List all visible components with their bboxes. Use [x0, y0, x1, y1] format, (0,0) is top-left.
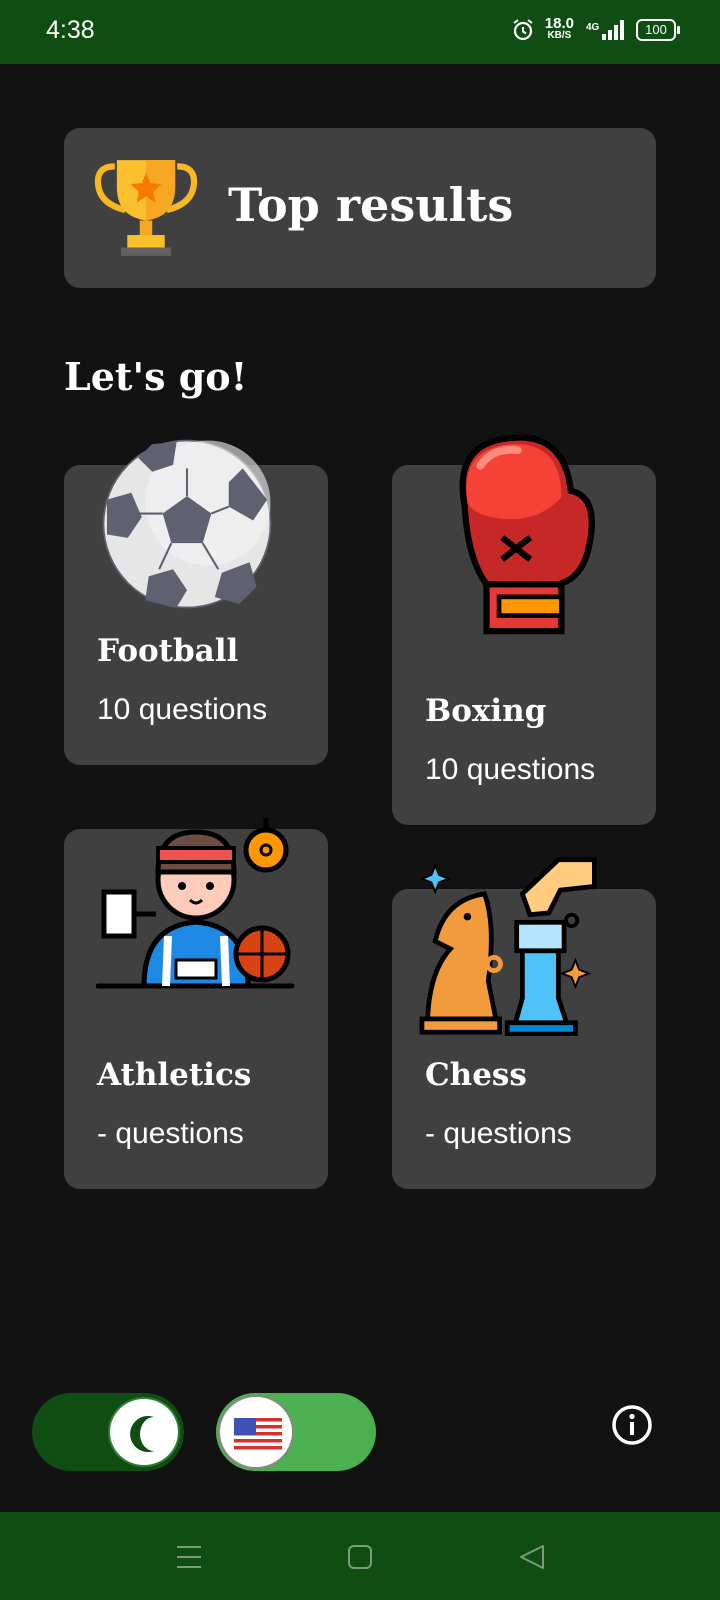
section-heading: Let's go!	[64, 354, 248, 399]
network-label: 4G	[586, 22, 600, 33]
category-title: Athletics	[97, 1057, 252, 1093]
category-subtitle: 10 questions	[425, 753, 596, 786]
language-toggle[interactable]	[216, 1393, 376, 1471]
category-title: Chess	[425, 1057, 527, 1093]
category-subtitle: 10 questions	[97, 693, 268, 726]
home-square-icon[interactable]	[345, 1542, 375, 1572]
soccer-ball-icon	[102, 439, 272, 609]
status-bar: 4:38 18.0 KB/S 4G 100	[0, 0, 720, 64]
category-subtitle: - questions	[425, 1117, 572, 1150]
status-time: 4:38	[46, 16, 95, 44]
alarm-icon	[513, 19, 533, 41]
back-triangle-icon[interactable]	[517, 1542, 547, 1572]
top-results-card[interactable]: Top results	[64, 128, 656, 288]
network-speed-value: 18.0	[544, 15, 574, 32]
boxing-glove-icon	[459, 434, 595, 635]
network-speed: 18.0 KB/S	[544, 15, 574, 41]
chess-pieces-icon	[419, 857, 597, 1036]
top-results-title: Top results	[228, 178, 514, 232]
language-toggle-knob[interactable]	[218, 1395, 294, 1469]
info-icon[interactable]	[611, 1404, 653, 1446]
theme-toggle-knob[interactable]	[108, 1397, 180, 1467]
category-title: Football	[97, 633, 239, 669]
navigation-bar	[0, 1512, 720, 1600]
moon-icon	[130, 1416, 154, 1452]
category-title: Boxing	[425, 693, 547, 729]
status-icons: 18.0 KB/S 4G 100	[511, 15, 680, 42]
battery-indicator: 100	[636, 19, 680, 41]
trophy-icon	[94, 160, 198, 256]
menu-icon[interactable]	[174, 1542, 204, 1572]
us-flag-icon	[234, 1418, 282, 1450]
category-subtitle: - questions	[97, 1117, 244, 1150]
signal-icon: 4G	[586, 20, 624, 40]
athlete-icon	[96, 818, 295, 989]
theme-toggle[interactable]	[32, 1393, 184, 1471]
network-speed-unit: KB/S	[547, 30, 572, 41]
